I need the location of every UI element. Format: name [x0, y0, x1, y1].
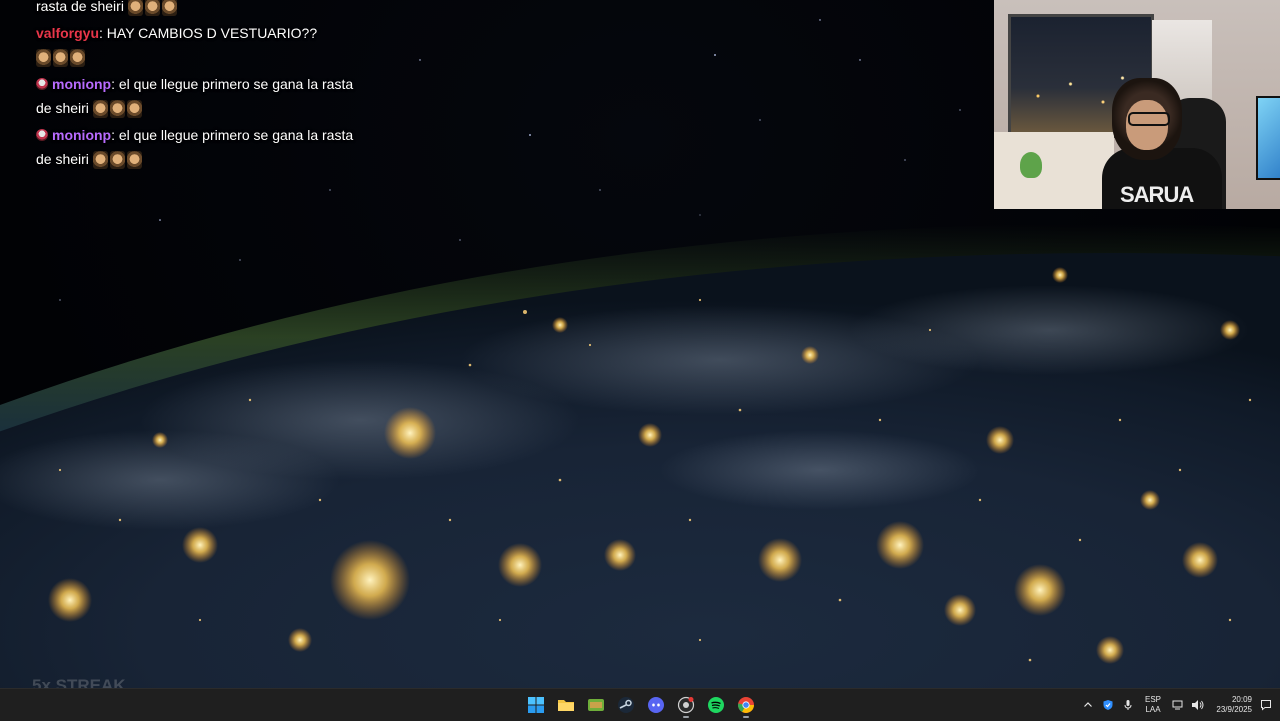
emote-icon [70, 49, 85, 67]
webcam-overlay: SARUA [994, 0, 1280, 209]
emote-group [36, 49, 85, 67]
chat-message-text: rasta de sheiri [36, 0, 124, 14]
shield-icon [1103, 700, 1113, 710]
chrome-icon [737, 697, 754, 713]
webcam-plush [1020, 152, 1042, 178]
emote-icon [127, 0, 143, 16]
webcam-shirt-text: SARUA [1120, 182, 1194, 207]
chat-message: monionp: el que llegue primero se gana l… [36, 72, 356, 120]
clock-time: 20:09 [1231, 695, 1252, 704]
tray-overflow-button[interactable] [1078, 691, 1098, 719]
webcam-glasses [1128, 112, 1170, 126]
input-language-button[interactable]: ESP LAA [1138, 695, 1168, 715]
emote-icon [92, 151, 108, 169]
chat-message: rasta de sheiri [36, 0, 356, 18]
spotify-button[interactable] [704, 691, 728, 719]
record-icon [677, 696, 695, 714]
tray-microphone-button[interactable] [1118, 691, 1138, 719]
emote-icon [109, 151, 125, 169]
tray-defender-button[interactable] [1098, 691, 1118, 719]
user-badge-icon [36, 78, 48, 90]
chat-username: valforgyu [36, 25, 100, 41]
speaker-icon [1192, 700, 1204, 710]
windows-logo-icon [528, 697, 544, 713]
chrome-button[interactable] [734, 691, 758, 719]
chevron-up-icon [1084, 702, 1092, 707]
webcam-sofa [994, 132, 1114, 209]
language-code: ESP [1144, 695, 1161, 704]
taskbar-clock[interactable]: 20:09 23/9/2025 [1208, 695, 1252, 715]
folder-icon [558, 700, 574, 711]
clock-date: 23/9/2025 [1216, 705, 1252, 714]
notifications-button[interactable] [1256, 691, 1276, 719]
app-button-green[interactable] [584, 691, 608, 719]
emote-icon [53, 49, 68, 67]
obs-button[interactable] [674, 691, 698, 719]
webcam-streamer: SARUA [1102, 78, 1232, 209]
chat-username: monionp [52, 127, 112, 143]
file-explorer-button[interactable] [554, 691, 578, 719]
tray-network-button[interactable] [1168, 691, 1188, 719]
windows-taskbar: ESP LAA 20:09 23/9/2025 [0, 688, 1280, 721]
chat-username: monionp [52, 76, 112, 92]
emote-icon [126, 151, 142, 169]
user-badge-icon [36, 129, 48, 141]
steam-button[interactable] [614, 691, 638, 719]
emote-icon [36, 49, 51, 67]
chat-message-text: : HAY CAMBIOS D VESTUARIO?? [99, 25, 318, 41]
steam-icon [618, 697, 634, 713]
green-box-icon [588, 699, 604, 711]
keyboard-layout-code: LAA [1145, 705, 1161, 714]
chat-message: monionp: el que llegue primero se gana l… [36, 123, 356, 171]
discord-icon [648, 697, 664, 713]
microphone-icon [1124, 700, 1132, 710]
emote-icon [161, 0, 177, 16]
stream-chat-overlay: rasta de sheiri valforgyu: HAY CAMBIOS D… [36, 0, 356, 174]
chat-message: valforgyu: HAY CAMBIOS D VESTUARIO?? [36, 21, 356, 69]
start-button[interactable] [524, 691, 548, 719]
emote-group [92, 100, 142, 118]
discord-button[interactable] [644, 691, 668, 719]
network-icon [1172, 700, 1183, 710]
emote-group [127, 0, 177, 16]
emote-icon [109, 100, 125, 118]
emote-icon [144, 0, 160, 16]
webcam-monitor [1256, 96, 1280, 180]
taskbar-apps [524, 689, 758, 721]
emote-icon [92, 100, 108, 118]
notification-icon [1261, 700, 1271, 711]
emote-icon [126, 100, 142, 118]
system-tray: ESP LAA 20:09 23/9/2025 [1078, 689, 1280, 721]
emote-group [92, 151, 142, 169]
spotify-icon [708, 697, 724, 713]
tray-volume-button[interactable] [1188, 691, 1208, 719]
